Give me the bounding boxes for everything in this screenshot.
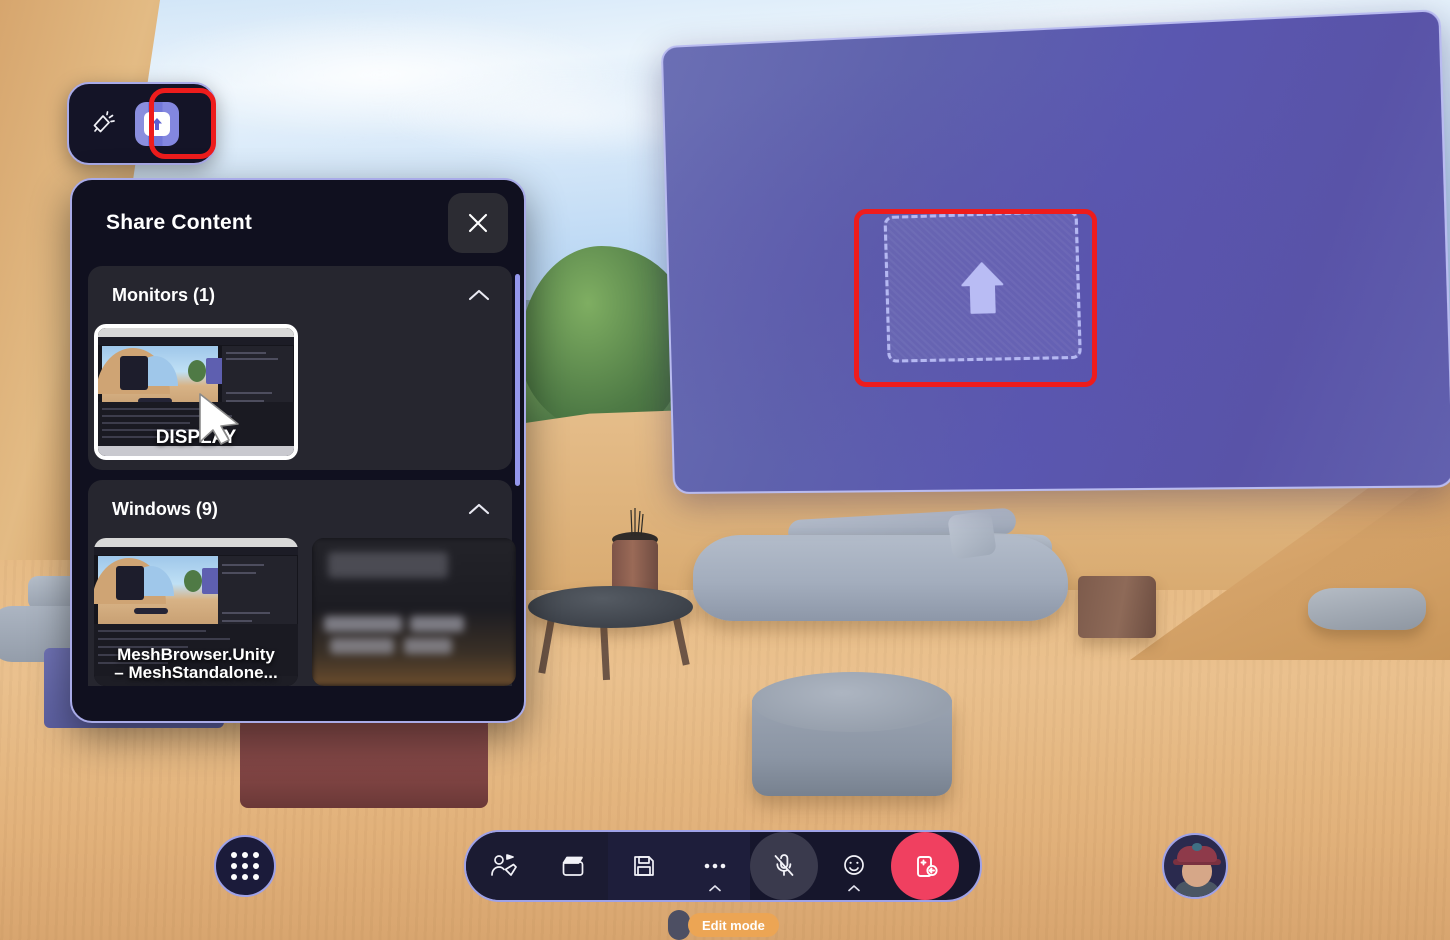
clapperboard-button[interactable] [537,832,608,900]
more-options-button[interactable] [679,832,750,900]
leave-call-icon [917,856,938,877]
avatar[interactable] [1162,833,1228,899]
round-ottoman-top [752,672,952,732]
shared-display-screen[interactable] [660,9,1450,495]
scrollbar-thumb[interactable] [515,274,520,486]
megaphone-icon[interactable] [81,102,125,146]
section-windows: Windows (9) MeshBrowser.Unity – MeshStan… [88,480,516,686]
chevron-up-icon[interactable] [468,288,490,302]
microphone-button[interactable] [750,832,818,900]
mouse-pointer-icon [199,393,239,445]
content-dropzone[interactable] [883,209,1082,363]
section-title: Windows (9) [112,498,218,519]
ellipsis-icon [704,863,725,869]
window-thumbnail-meshbrowser[interactable]: MeshBrowser.Unity – MeshStandalone... [94,538,298,686]
curved-sofa [693,535,1068,621]
share-toggle-bar [67,82,216,165]
floppy-disk-icon [633,856,654,876]
emoji-button[interactable] [818,832,889,900]
close-button[interactable] [448,193,508,253]
avatar-hat-emblem [1192,843,1202,851]
save-button[interactable] [608,832,679,900]
app-root: Share Content Monitors (1) DISPLAY Windo… [0,0,1450,940]
section-header-monitors[interactable]: Monitors (1) [88,266,512,324]
close-icon [468,213,488,233]
share-screen-button[interactable] [135,101,179,146]
window-thumbnail-row: MeshBrowser.Unity – MeshStandalone... [88,538,516,686]
section-header-windows[interactable]: Windows (9) [88,480,512,538]
chevron-up-small-icon[interactable] [708,884,722,892]
leave-button[interactable] [891,832,959,900]
upload-arrow-icon [957,256,1007,317]
monitor-thumbnail-row: DISPLAY [88,324,512,460]
share-screen-up-arrow-icon [144,111,170,136]
coffee-table [528,586,693,628]
section-title: Monitors (1) [112,284,215,305]
wood-block-seat [1078,576,1156,638]
app-grid-icon [231,852,259,880]
chevron-up-icon[interactable] [468,502,490,516]
podium [240,722,488,808]
window-label-line2: – MeshStandalone... [114,663,278,683]
section-monitors: Monitors (1) DISPLAY [88,266,512,470]
monitor-thumbnail-display[interactable]: DISPLAY [94,324,298,460]
window-preview-image [312,538,516,686]
window-label: MeshBrowser.Unity – MeshStandalone... [94,646,298,682]
tree-foliage [520,246,690,436]
chevron-up-small-icon[interactable] [847,884,861,892]
clapperboard-icon [562,856,583,876]
share-content-panel: Share Content Monitors (1) DISPLAY Windo… [70,178,526,723]
control-bar [464,830,982,902]
edit-mode-handle[interactable] [668,910,690,940]
panel-header: Share Content [72,180,524,266]
smiley-face-icon [843,855,864,875]
decor-sticks [630,508,644,536]
reactions-icon [490,854,517,876]
edit-mode-badge[interactable]: Edit mode [688,913,779,937]
sofa-pillow [947,510,997,560]
window-label-line1: MeshBrowser.Unity [117,645,275,665]
app-grid-button[interactable] [214,835,276,897]
decor-rock [1308,588,1426,630]
microphone-muted-icon [774,854,794,876]
panel-scroll-area[interactable]: Monitors (1) DISPLAY Windows (9) MeshBro… [72,266,524,721]
reactions-button[interactable] [466,832,537,900]
panel-title: Share Content [106,211,253,234]
window-thumbnail-2[interactable] [312,538,516,686]
